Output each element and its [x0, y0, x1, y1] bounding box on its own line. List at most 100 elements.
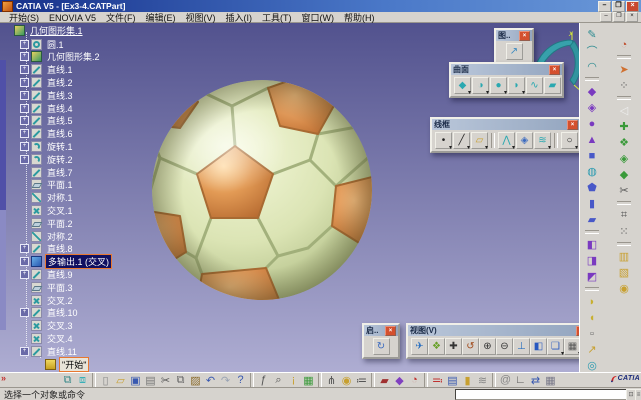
formula-icon[interactable]: ƒ [256, 373, 271, 388]
sphere-icon[interactable]: ● [584, 116, 600, 131]
profile-icon[interactable]: ⌒ [584, 43, 600, 58]
dropdown-arrow-icon[interactable]: ▾ [486, 89, 489, 96]
tree-expander-icon[interactable]: + [20, 116, 29, 125]
tree-expander-icon[interactable]: + [20, 347, 29, 356]
box-tool-icon[interactable]: ▥ [616, 249, 632, 264]
dropdown-arrow-icon[interactable]: ▾ [512, 144, 515, 151]
rotate-icon[interactable]: ↺ [462, 338, 479, 355]
undo-icon[interactable]: ↶ [203, 373, 218, 388]
surface-toolbar-titlebar[interactable]: 曲面 × [451, 64, 562, 75]
menu-item[interactable]: 编辑(E) [141, 13, 181, 23]
axis-icon[interactable]: ∟ [513, 373, 528, 388]
plane-icon[interactable]: ▱▾ [471, 132, 488, 149]
tree-item[interactable]: +交叉.2 [20, 294, 75, 306]
projection-icon[interactable]: ⋀▾ [498, 132, 515, 149]
tree-expander-icon[interactable]: + [20, 155, 29, 164]
new-document-icon[interactable]: ▯ [98, 373, 113, 388]
toolbar-overflow-chevron[interactable]: » [1, 373, 6, 383]
tree-expander-icon[interactable]: + [20, 40, 29, 49]
tree-expander-icon[interactable]: + [20, 257, 29, 266]
display-icon[interactable]: ▤ [445, 373, 460, 388]
menu-item[interactable]: 窗口(W) [297, 13, 340, 23]
mail-icon[interactable]: @ [498, 373, 513, 388]
tree-expander-icon[interactable]: + [20, 308, 29, 317]
thick-surface-icon[interactable]: ◆ [616, 167, 632, 182]
mdi-minimize-button[interactable]: – [600, 12, 612, 22]
grid-icon[interactable]: ▦ [543, 373, 558, 388]
print-icon[interactable]: ▤ [143, 373, 158, 388]
mdi-close-button[interactable]: × [626, 12, 638, 22]
battery-icon[interactable]: ▮ [460, 373, 475, 388]
quick-view-icon[interactable]: ↻ [373, 338, 390, 355]
iso-view-icon[interactable]: ❏▾ [547, 338, 564, 355]
menu-item[interactable]: 插入(I) [221, 13, 258, 23]
tree-item[interactable]: +交叉.1 [20, 204, 75, 216]
plane-tool-icon[interactable]: ◁ [616, 103, 632, 118]
tree-expander-icon[interactable]: + [20, 91, 29, 100]
cut-op-icon[interactable]: ✂ [616, 183, 632, 198]
fit-all-in-icon[interactable]: ❖ [428, 338, 445, 355]
zoom-out-icon[interactable]: ⊖ [496, 338, 513, 355]
view-toolbar-titlebar[interactable]: 视图(V) × [408, 325, 589, 336]
healing-icon[interactable]: ◨ [584, 253, 600, 268]
dropdown-arrow-icon[interactable]: ▾ [449, 144, 452, 151]
quick-toolbar-titlebar[interactable]: 启.. × [364, 325, 398, 336]
cam-tool-icon[interactable]: ◉ [616, 281, 632, 296]
tree-item[interactable]: +直线.7 [20, 166, 75, 178]
structure-icon[interactable]: ⋔ [324, 373, 339, 388]
revolve-surface-icon[interactable]: ◑▾ [472, 77, 489, 94]
tree-item[interactable]: +直线.10 [20, 307, 80, 319]
sphere-surface-icon[interactable]: ●▾ [490, 77, 507, 94]
fly-mode-icon[interactable]: ✈ [411, 338, 428, 355]
lock-icon[interactable]: ◉ [339, 373, 354, 388]
cube-icon[interactable]: ■ [584, 148, 600, 163]
tree-expander-icon[interactable]: + [20, 270, 29, 279]
tree-item[interactable]: +直线.8 [20, 243, 75, 255]
tree-item[interactable]: +直线.3 [20, 89, 75, 101]
tree-item[interactable]: +平面.1 [20, 179, 75, 191]
paste-icon[interactable]: ▨ [188, 373, 203, 388]
tree-item[interactable]: +交叉.3 [20, 320, 75, 332]
options-icon[interactable]: ≔ [354, 373, 369, 388]
copy-icon[interactable]: ⧉ [173, 373, 188, 388]
dropdown-arrow-icon[interactable]: ▾ [467, 144, 470, 151]
close-icon[interactable]: × [549, 65, 560, 75]
maximize-button[interactable]: ❐ [612, 1, 625, 12]
pointer-icon[interactable]: ➤ [616, 62, 632, 77]
macro-icon[interactable]: ▰ [377, 373, 392, 388]
tree-item[interactable]: +直线.11 [20, 345, 79, 357]
tree-expander-icon[interactable]: + [20, 142, 29, 151]
multi-view-icon[interactable]: ◧ [530, 338, 547, 355]
point-add-icon[interactable]: ✚ [616, 119, 632, 134]
power-input[interactable] [455, 389, 629, 400]
join-icon[interactable]: ◧ [584, 237, 600, 252]
search-icon[interactable]: ⌕ [271, 373, 286, 388]
mdi-restore-button[interactable]: ❐ [613, 12, 625, 22]
tile-windows-icon[interactable]: ⧉ [60, 373, 75, 388]
tree-expander-icon[interactable]: + [20, 129, 29, 138]
wireframe-toolbar-titlebar[interactable]: 线框 × [432, 119, 580, 130]
tree-expander-icon[interactable]: + [20, 65, 29, 74]
extrude-surface-icon[interactable]: ◆▾ [454, 77, 471, 94]
pan-icon[interactable]: ✚ [445, 338, 462, 355]
dropdown-arrow-icon[interactable]: ▾ [548, 144, 551, 151]
tree-item[interactable]: +对称.1 [20, 192, 75, 204]
menu-item[interactable]: ENOVIA V5 [44, 13, 101, 23]
tree-item[interactable]: +平面.3 [20, 281, 75, 293]
line-icon[interactable]: ╱▾ [453, 132, 470, 149]
dropdown-arrow-icon[interactable]: ▾ [485, 144, 488, 151]
fill-surface-icon[interactable]: ▰ [544, 77, 561, 94]
surface-tool-icon[interactable]: ▧ [616, 265, 632, 280]
tree-expander-icon[interactable]: + [20, 104, 29, 113]
tree-item[interactable]: +旋转.1 [20, 140, 75, 152]
chamfer-icon[interactable]: ◖ [584, 310, 600, 325]
cut-icon[interactable]: ✂ [158, 373, 173, 388]
tree-item[interactable]: +交叉.4 [20, 332, 75, 344]
workbench-toolbar-titlebar[interactable]: 图.. × [496, 30, 532, 41]
dropdown-arrow-icon[interactable]: ▾ [522, 89, 525, 96]
material-icon[interactable]: ◆ [392, 373, 407, 388]
menu-item[interactable]: 开始(S) [4, 13, 44, 23]
tree-item[interactable]: +直线.4 [20, 102, 75, 114]
mid-surface-icon[interactable]: ◈ [616, 151, 632, 166]
project-3d-icon[interactable]: ◠ [584, 59, 600, 74]
